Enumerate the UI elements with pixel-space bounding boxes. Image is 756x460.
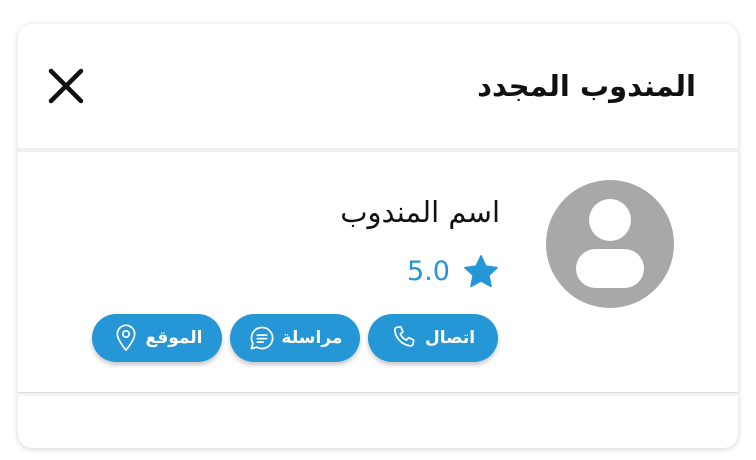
user-placeholder-icon (576, 199, 644, 288)
rating-value: 5.0 (407, 256, 450, 287)
location-pin-icon (115, 324, 136, 351)
phone-icon (393, 326, 415, 347)
page-title: المندوب المجدد (477, 69, 696, 103)
agent-details: اسم المندوب 5.0 اتصال مراسلة الموقع (18, 152, 738, 393)
action-buttons: اتصال مراسلة الموقع (92, 314, 498, 362)
star-icon (464, 255, 498, 288)
message-button-label: مراسلة (281, 328, 343, 348)
close-icon (48, 68, 84, 104)
agent-name: اسم المندوب (340, 195, 500, 229)
location-button-label: الموقع (145, 328, 203, 348)
message-button[interactable]: مراسلة (230, 314, 360, 362)
avatar (546, 180, 674, 308)
location-button[interactable]: الموقع (92, 314, 222, 362)
chat-icon (250, 326, 273, 350)
close-button[interactable] (48, 68, 84, 104)
agent-card: المندوب المجدد اسم المندوب 5.0 اتصال مرا… (18, 24, 738, 448)
agent-rating: 5.0 (407, 252, 500, 292)
call-button[interactable]: اتصال (368, 314, 498, 362)
call-button-label: اتصال (424, 328, 476, 348)
card-header: المندوب المجدد (18, 24, 738, 148)
